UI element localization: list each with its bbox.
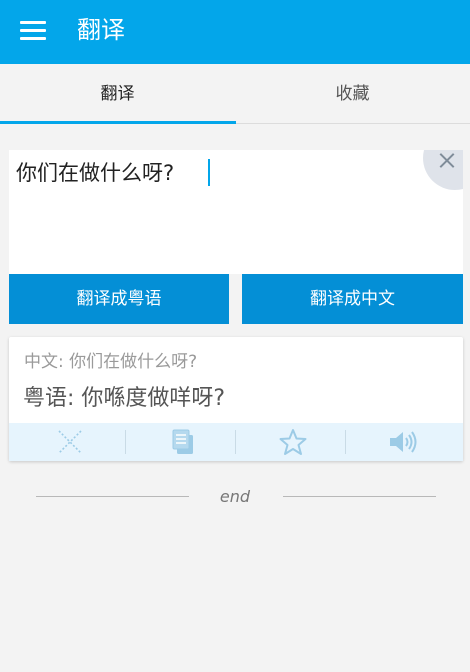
star-icon (279, 429, 306, 455)
translate-input[interactable]: 你们在做什么呀? (9, 150, 463, 274)
delete-icon (57, 430, 82, 454)
tab-bar: 翻译 收藏 (0, 64, 470, 124)
clear-input-button[interactable] (423, 150, 463, 190)
speaker-icon (389, 431, 416, 453)
favorite-button[interactable] (236, 423, 349, 461)
copy-button[interactable] (126, 423, 239, 461)
delete-button[interactable] (13, 423, 126, 461)
tab-favorites[interactable]: 收藏 (235, 64, 470, 124)
input-text[interactable]: 你们在做什么呀? (16, 158, 174, 188)
close-icon[interactable] (435, 150, 459, 173)
text-caret (208, 159, 210, 186)
hamburger-menu-icon[interactable] (20, 19, 48, 43)
translated-text: 粤语: 你喺度做咩呀? (23, 386, 226, 411)
result-toolbar (9, 423, 463, 461)
app-title: 翻译 (77, 16, 125, 44)
end-label: end (219, 487, 251, 506)
translate-to-cantonese-button[interactable]: 翻译成粤语 (9, 274, 229, 324)
translate-to-chinese-button[interactable]: 翻译成中文 (242, 274, 463, 324)
app-bar: 翻译 (0, 0, 470, 64)
tab-translate[interactable]: 翻译 (0, 64, 235, 124)
source-text: 中文: 你们在做什么呀? (24, 352, 198, 372)
copy-icon (172, 429, 193, 454)
active-tab-indicator (0, 121, 236, 124)
speak-button[interactable] (346, 423, 459, 461)
result-card: 中文: 你们在做什么呀? 粤语: 你喺度做咩呀? (9, 337, 463, 461)
